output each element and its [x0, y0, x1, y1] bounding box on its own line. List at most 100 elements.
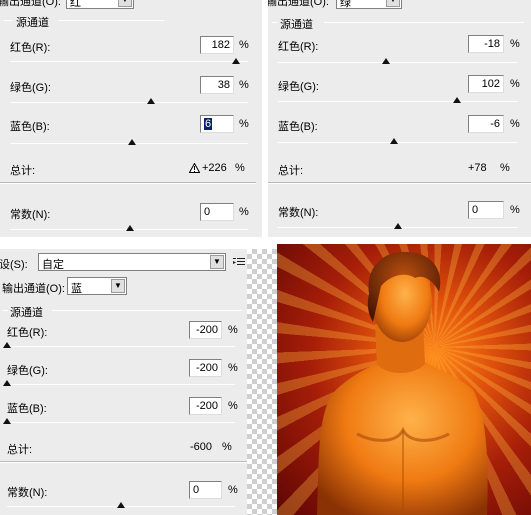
total-label: 总计: — [10, 165, 36, 177]
constant-label: 常数(N): — [7, 487, 48, 499]
blue-slider-track[interactable] — [278, 142, 518, 143]
red-input[interactable]: -18 — [468, 35, 504, 53]
channel-mixer-panel-blue: 预设(S): 自定 ▼ 输出通道(O): 蓝 ▼ 源通道 红色(R): -200… — [0, 249, 247, 515]
percent-label: % — [228, 324, 238, 336]
percent-label: % — [239, 118, 249, 130]
green-slider-track[interactable] — [10, 102, 248, 103]
blue-input-selected-text: 6 — [204, 118, 213, 130]
figure-silhouette — [317, 251, 488, 515]
percent-label: % — [235, 162, 245, 174]
total-label: 总计: — [278, 165, 304, 177]
blue-label: 蓝色(B): — [7, 403, 47, 415]
chevron-down-icon[interactable]: ▼ — [386, 0, 400, 7]
chevron-down-icon[interactable]: ▼ — [118, 0, 132, 7]
percent-label: % — [510, 118, 520, 130]
red-input[interactable]: -200 — [189, 321, 222, 339]
percent-label: % — [510, 204, 520, 216]
percent-label: % — [239, 79, 249, 91]
red-slider-track[interactable] — [7, 346, 235, 347]
menu-lines-icon[interactable] — [233, 257, 245, 267]
green-input[interactable]: -200 — [189, 359, 222, 377]
blue-label: 蓝色(B): — [278, 121, 318, 133]
blue-label: 蓝色(B): — [10, 121, 50, 133]
red-slider-thumb[interactable] — [3, 342, 11, 348]
channel-mixer-panel-red: 输出通道(O): 红 ▼ 源通道 红色(R): 182 % 绿色(G): 38 … — [0, 0, 262, 237]
percent-label: % — [500, 162, 510, 174]
source-group-label: 源通道 — [280, 19, 313, 31]
output-channel-label: 输出通道(O): — [268, 0, 329, 8]
green-label: 绿色(G): — [278, 81, 319, 93]
preview-photo — [277, 244, 531, 515]
percent-label: % — [228, 362, 238, 374]
output-channel-value: 红 — [70, 0, 81, 9]
percent-label: % — [239, 206, 249, 218]
red-slider-track[interactable] — [10, 61, 248, 62]
transparency-checkerboard — [247, 249, 277, 515]
source-group-label: 源通道 — [16, 17, 49, 29]
constant-input[interactable]: 0 — [200, 203, 234, 221]
output-channel-value: 绿 — [340, 0, 351, 9]
preset-label: 预设(S): — [0, 259, 28, 271]
green-label: 绿色(G): — [10, 82, 51, 94]
blue-slider-thumb[interactable] — [128, 139, 136, 145]
output-channel-value: 蓝 — [71, 283, 82, 295]
preset-value: 自定 — [42, 259, 64, 271]
green-slider-thumb[interactable] — [147, 98, 155, 104]
total-value: +78 — [468, 162, 487, 174]
green-input[interactable]: 102 — [468, 75, 504, 93]
group-line — [2, 310, 8, 311]
group-line — [58, 20, 164, 21]
total-value: -600 — [190, 441, 213, 453]
channel-mixer-panel-green: 输出通道(O): 绿 ▼ 源通道 红色(R): -18 % 绿色(G): 102… — [268, 0, 531, 237]
green-slider-track[interactable] — [7, 384, 235, 385]
output-channel-select[interactable]: 红 ▼ — [66, 0, 134, 9]
total-value: +226 — [202, 162, 227, 174]
group-line — [272, 22, 278, 23]
green-label: 绿色(G): — [7, 365, 48, 377]
constant-slider-thumb[interactable] — [117, 502, 125, 508]
output-channel-label: 输出通道(O): — [2, 283, 65, 295]
red-slider-track[interactable] — [278, 62, 518, 63]
constant-label: 常数(N): — [278, 207, 319, 219]
chevron-down-icon[interactable]: ▼ — [111, 279, 125, 293]
red-label: 红色(R): — [10, 42, 51, 54]
blue-slider-thumb[interactable] — [390, 138, 398, 144]
green-slider-thumb[interactable] — [453, 97, 461, 103]
group-line — [52, 310, 242, 311]
panel-divider — [268, 182, 531, 184]
output-channel-select[interactable]: 绿 ▼ — [336, 0, 402, 9]
red-slider-thumb[interactable] — [232, 58, 240, 64]
blue-slider-track[interactable] — [7, 422, 235, 423]
constant-label: 常数(N): — [10, 209, 51, 221]
output-channel-select[interactable]: 蓝 ▼ — [67, 277, 127, 295]
constant-input[interactable]: 0 — [468, 201, 504, 219]
group-line — [4, 20, 12, 21]
red-label: 红色(R): — [7, 327, 48, 339]
blue-input[interactable]: -200 — [189, 397, 222, 415]
blue-input[interactable]: -6 — [468, 115, 504, 133]
green-slider-thumb[interactable] — [3, 380, 11, 386]
panel-divider — [0, 182, 256, 184]
warning-triangle-icon — [189, 163, 200, 173]
blue-input[interactable]: 6 — [200, 115, 234, 133]
percent-label: % — [228, 484, 238, 496]
constant-slider-thumb[interactable] — [394, 223, 402, 229]
green-slider-track[interactable] — [278, 101, 518, 102]
percent-label: % — [510, 38, 520, 50]
red-label: 红色(R): — [278, 41, 319, 53]
constant-slider-thumb[interactable] — [126, 225, 134, 231]
output-channel-label: 输出通道(O): — [0, 0, 61, 8]
green-input[interactable]: 38 — [200, 76, 234, 94]
percent-label: % — [239, 39, 249, 51]
red-slider-thumb[interactable] — [382, 58, 390, 64]
group-line — [324, 22, 524, 23]
total-label: 总计: — [7, 444, 33, 456]
preset-select[interactable]: 自定 ▼ — [38, 253, 226, 271]
source-group-label: 源通道 — [10, 307, 43, 319]
percent-label: % — [222, 441, 232, 453]
constant-input[interactable]: 0 — [189, 481, 222, 499]
chevron-down-icon[interactable]: ▼ — [210, 255, 224, 269]
red-input[interactable]: 182 — [200, 36, 234, 54]
percent-label: % — [510, 78, 520, 90]
blue-slider-thumb[interactable] — [3, 418, 11, 424]
